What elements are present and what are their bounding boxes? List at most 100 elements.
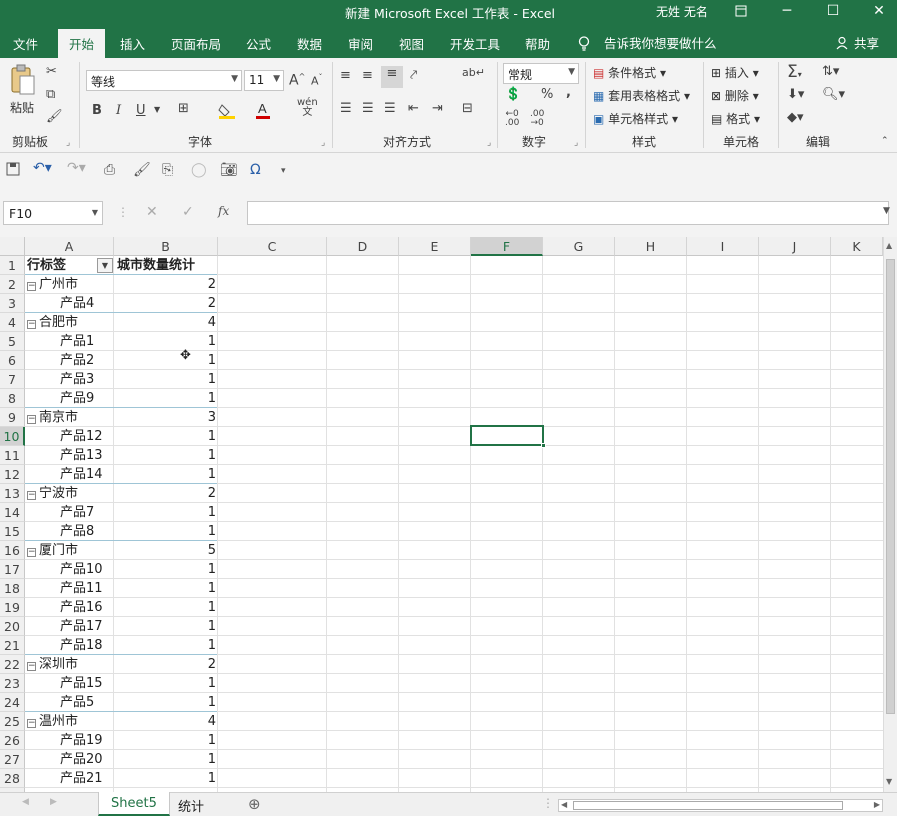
pivot-group-label[interactable]: − 广州市 [27,275,78,294]
pivot-group-count[interactable]: 3 [114,408,216,427]
find-select-icon[interactable]: 🔍︎▾ [822,87,845,102]
share-button[interactable]: 共享 [836,33,879,52]
row-header[interactable]: 25 [0,712,25,731]
pivot-item-count[interactable]: 1 [114,674,216,693]
confirm-entry-icon[interactable]: ✓ [182,204,194,220]
clipboard-launcher-icon[interactable]: ⌟ [66,138,70,148]
pivot-group-count[interactable]: 5 [114,541,216,560]
pivot-item-label[interactable]: 产品10 [60,560,103,579]
pivot-item-count[interactable]: 2 [114,294,216,313]
pivot-item-count[interactable]: 1 [114,522,216,541]
row-header[interactable]: 27 [0,750,25,769]
row-header[interactable]: 24 [0,693,25,712]
pivot-group-label[interactable]: − 厦门市 [27,541,78,560]
paste-button[interactable]: 粘贴 [9,64,37,116]
pivot-item-count[interactable]: 1 [114,370,216,389]
row-header[interactable]: 3 [0,294,25,313]
increase-indent-icon[interactable]: ⇥ [432,101,443,116]
row-header[interactable]: 19 [0,598,25,617]
number-format-combo[interactable]: 常规 ▼ [503,63,579,84]
collapse-icon[interactable]: − [27,415,36,424]
name-box[interactable]: F10 ▼ [3,201,103,225]
pivot-item-label[interactable]: 产品7 [60,503,94,522]
row-header[interactable]: 16 [0,541,25,560]
collapse-icon[interactable]: − [27,282,36,291]
tab-data[interactable]: 数据 [297,34,322,53]
pivot-group-count[interactable]: 4 [114,313,216,332]
camera-icon[interactable]: 📷︎ [220,162,238,178]
column-header-c[interactable]: C [218,237,327,256]
pivot-item-label[interactable]: 产品18 [60,636,103,655]
vertical-scroll-thumb[interactable] [886,259,895,714]
vertical-scrollbar[interactable]: ▲ ▼ [883,237,897,792]
column-header-h[interactable]: H [615,237,687,256]
number-launcher-icon[interactable]: ⌟ [574,138,578,148]
font-size-combo[interactable]: 11 ▼ [244,70,284,91]
cancel-entry-icon[interactable]: ✕ [146,204,158,220]
pivot-group-label[interactable]: − 深圳市 [27,655,78,674]
pivot-item-label[interactable]: 产品8 [60,522,94,541]
row-header[interactable]: 8 [0,389,25,408]
conditional-formatting-button[interactable]: ▤ 条件格式 ▾ [593,64,666,81]
pivot-item-label[interactable]: 产品5 [60,693,94,712]
scroll-left-icon[interactable]: ◀ [561,800,567,809]
tell-me-search[interactable]: 告诉我你想要做什么 [578,33,717,52]
select-all-button[interactable] [0,237,25,256]
symbol-omega-icon[interactable]: Ω [250,162,261,178]
sort-filter-icon[interactable]: ⇅▾ [822,64,839,79]
pivot-item-count[interactable]: 1 [114,750,216,769]
pivot-group-count[interactable]: 2 [114,275,216,294]
row-header[interactable]: 17 [0,560,25,579]
merge-center-icon[interactable]: ⊟ [462,101,473,116]
row-header[interactable]: 26 [0,731,25,750]
pivot-item-label[interactable]: 产品11 [60,579,103,598]
cut-icon[interactable]: ✂ [46,64,57,79]
row-header[interactable]: 9 [0,408,25,427]
align-middle-icon[interactable]: ≡ [362,68,373,83]
pivot-item-label[interactable]: 产品9 [60,389,94,408]
collapse-icon[interactable]: − [27,662,36,671]
row-header[interactable]: 20 [0,617,25,636]
pivot-item-count[interactable]: 1 [114,427,216,446]
row-header[interactable]: 2 [0,275,25,294]
minimize-button[interactable]: ─ [772,0,802,26]
pivot-item-count[interactable]: 1 [114,598,216,617]
pivot-item-count[interactable]: 1 [114,693,216,712]
ribbon-display-options-icon[interactable] [726,0,756,26]
customize-qat-icon[interactable]: ▾ [281,166,286,176]
column-header-k[interactable]: K [831,237,883,256]
pivot-group-label[interactable]: − 温州市 [27,712,78,731]
phonetic-guide-button[interactable]: wén 文 [297,98,318,118]
pivot-item-label[interactable]: 产品1 [60,332,94,351]
format-as-table-button[interactable]: ▦ 套用表格格式 ▾ [593,87,690,104]
pivot-group-label[interactable]: − 宁波市 [27,484,78,503]
undo-icon[interactable]: ↶▾ [33,160,52,176]
copy-icon[interactable]: ⧉ [46,87,55,102]
row-header[interactable]: 11 [0,446,25,465]
horizontal-scrollbar[interactable]: ◀ ▶ [558,799,883,812]
circle-icon[interactable]: ◯ [191,162,207,178]
insert-cells-button[interactable]: ⊞ 插入 ▾ [711,64,759,81]
row-header[interactable]: 13 [0,484,25,503]
pivot-item-label[interactable]: 产品16 [60,598,103,617]
format-painter-qat-icon[interactable]: 🖌 [133,162,151,178]
pivot-item-count[interactable]: 1 [114,389,216,408]
row-header[interactable]: 12 [0,465,25,484]
column-header-i[interactable]: I [687,237,759,256]
pivot-item-label[interactable]: 产品21 [60,769,103,788]
align-top-icon[interactable]: ≡ [340,68,351,83]
tab-review[interactable]: 审阅 [348,34,373,53]
cell-styles-button[interactable]: ▣ 单元格样式 ▾ [593,110,678,127]
row-header[interactable]: 22 [0,655,25,674]
column-header-g[interactable]: G [543,237,615,256]
redo-icon[interactable]: ↷▾ [67,160,86,176]
underline-button[interactable]: U [136,103,146,118]
pivot-item-count[interactable]: 1 [114,351,216,370]
pivot-item-count[interactable]: 1 [114,617,216,636]
horizontal-scroll-thumb[interactable] [573,801,843,810]
insert-function-icon[interactable]: fx [218,204,229,218]
align-bottom-icon[interactable]: ≡ [381,66,403,88]
font-name-combo[interactable]: 等线 ▼ [86,70,242,91]
save-icon[interactable] [6,162,20,180]
print-preview-icon[interactable]: ⎙ [104,162,115,178]
